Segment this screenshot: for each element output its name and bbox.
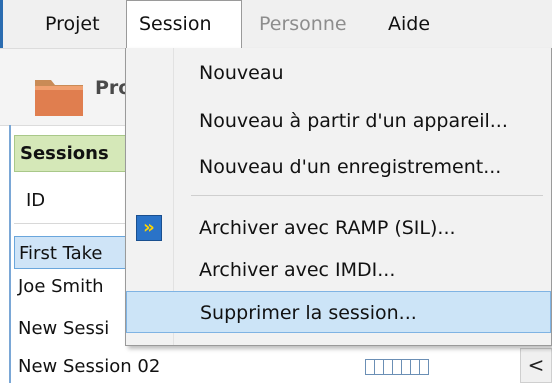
sessions-tab[interactable]: Sessions	[14, 135, 134, 172]
menu-item-nouveau-enregistrement[interactable]: Nouveau d'un enregistrement...	[126, 146, 551, 188]
menu-item-archiver-ramp[interactable]: Archiver avec RAMP (SIL)...	[126, 207, 551, 249]
window-edge	[0, 0, 3, 48]
folder-icon[interactable]	[33, 72, 85, 118]
menu-aide[interactable]: Aide	[376, 0, 442, 48]
menu-item-nouveau[interactable]: Nouveau	[126, 52, 551, 94]
session-row[interactable]: New Session 02	[14, 350, 314, 383]
session-dropdown-menu: Nouveau Nouveau à partir d'un appareil..…	[125, 48, 552, 346]
menu-bar: Projet Session Personne Aide	[0, 0, 552, 49]
window-left-border	[9, 125, 11, 383]
menu-item-archiver-imdi[interactable]: Archiver avec IMDI...	[126, 249, 551, 291]
column-header-id[interactable]: ID	[14, 178, 134, 224]
scroll-left-icon[interactable]: <	[520, 348, 552, 383]
session-status-bar	[365, 359, 429, 375]
menu-item-nouveau-appareil[interactable]: Nouveau à partir d'un appareil...	[126, 100, 551, 142]
menu-projet[interactable]: Projet	[33, 0, 112, 48]
menu-session[interactable]: Session	[126, 0, 242, 49]
menu-separator	[191, 195, 543, 196]
menu-personne[interactable]: Personne	[247, 0, 359, 48]
menu-item-supprimer-session[interactable]: Supprimer la session...	[126, 291, 551, 333]
